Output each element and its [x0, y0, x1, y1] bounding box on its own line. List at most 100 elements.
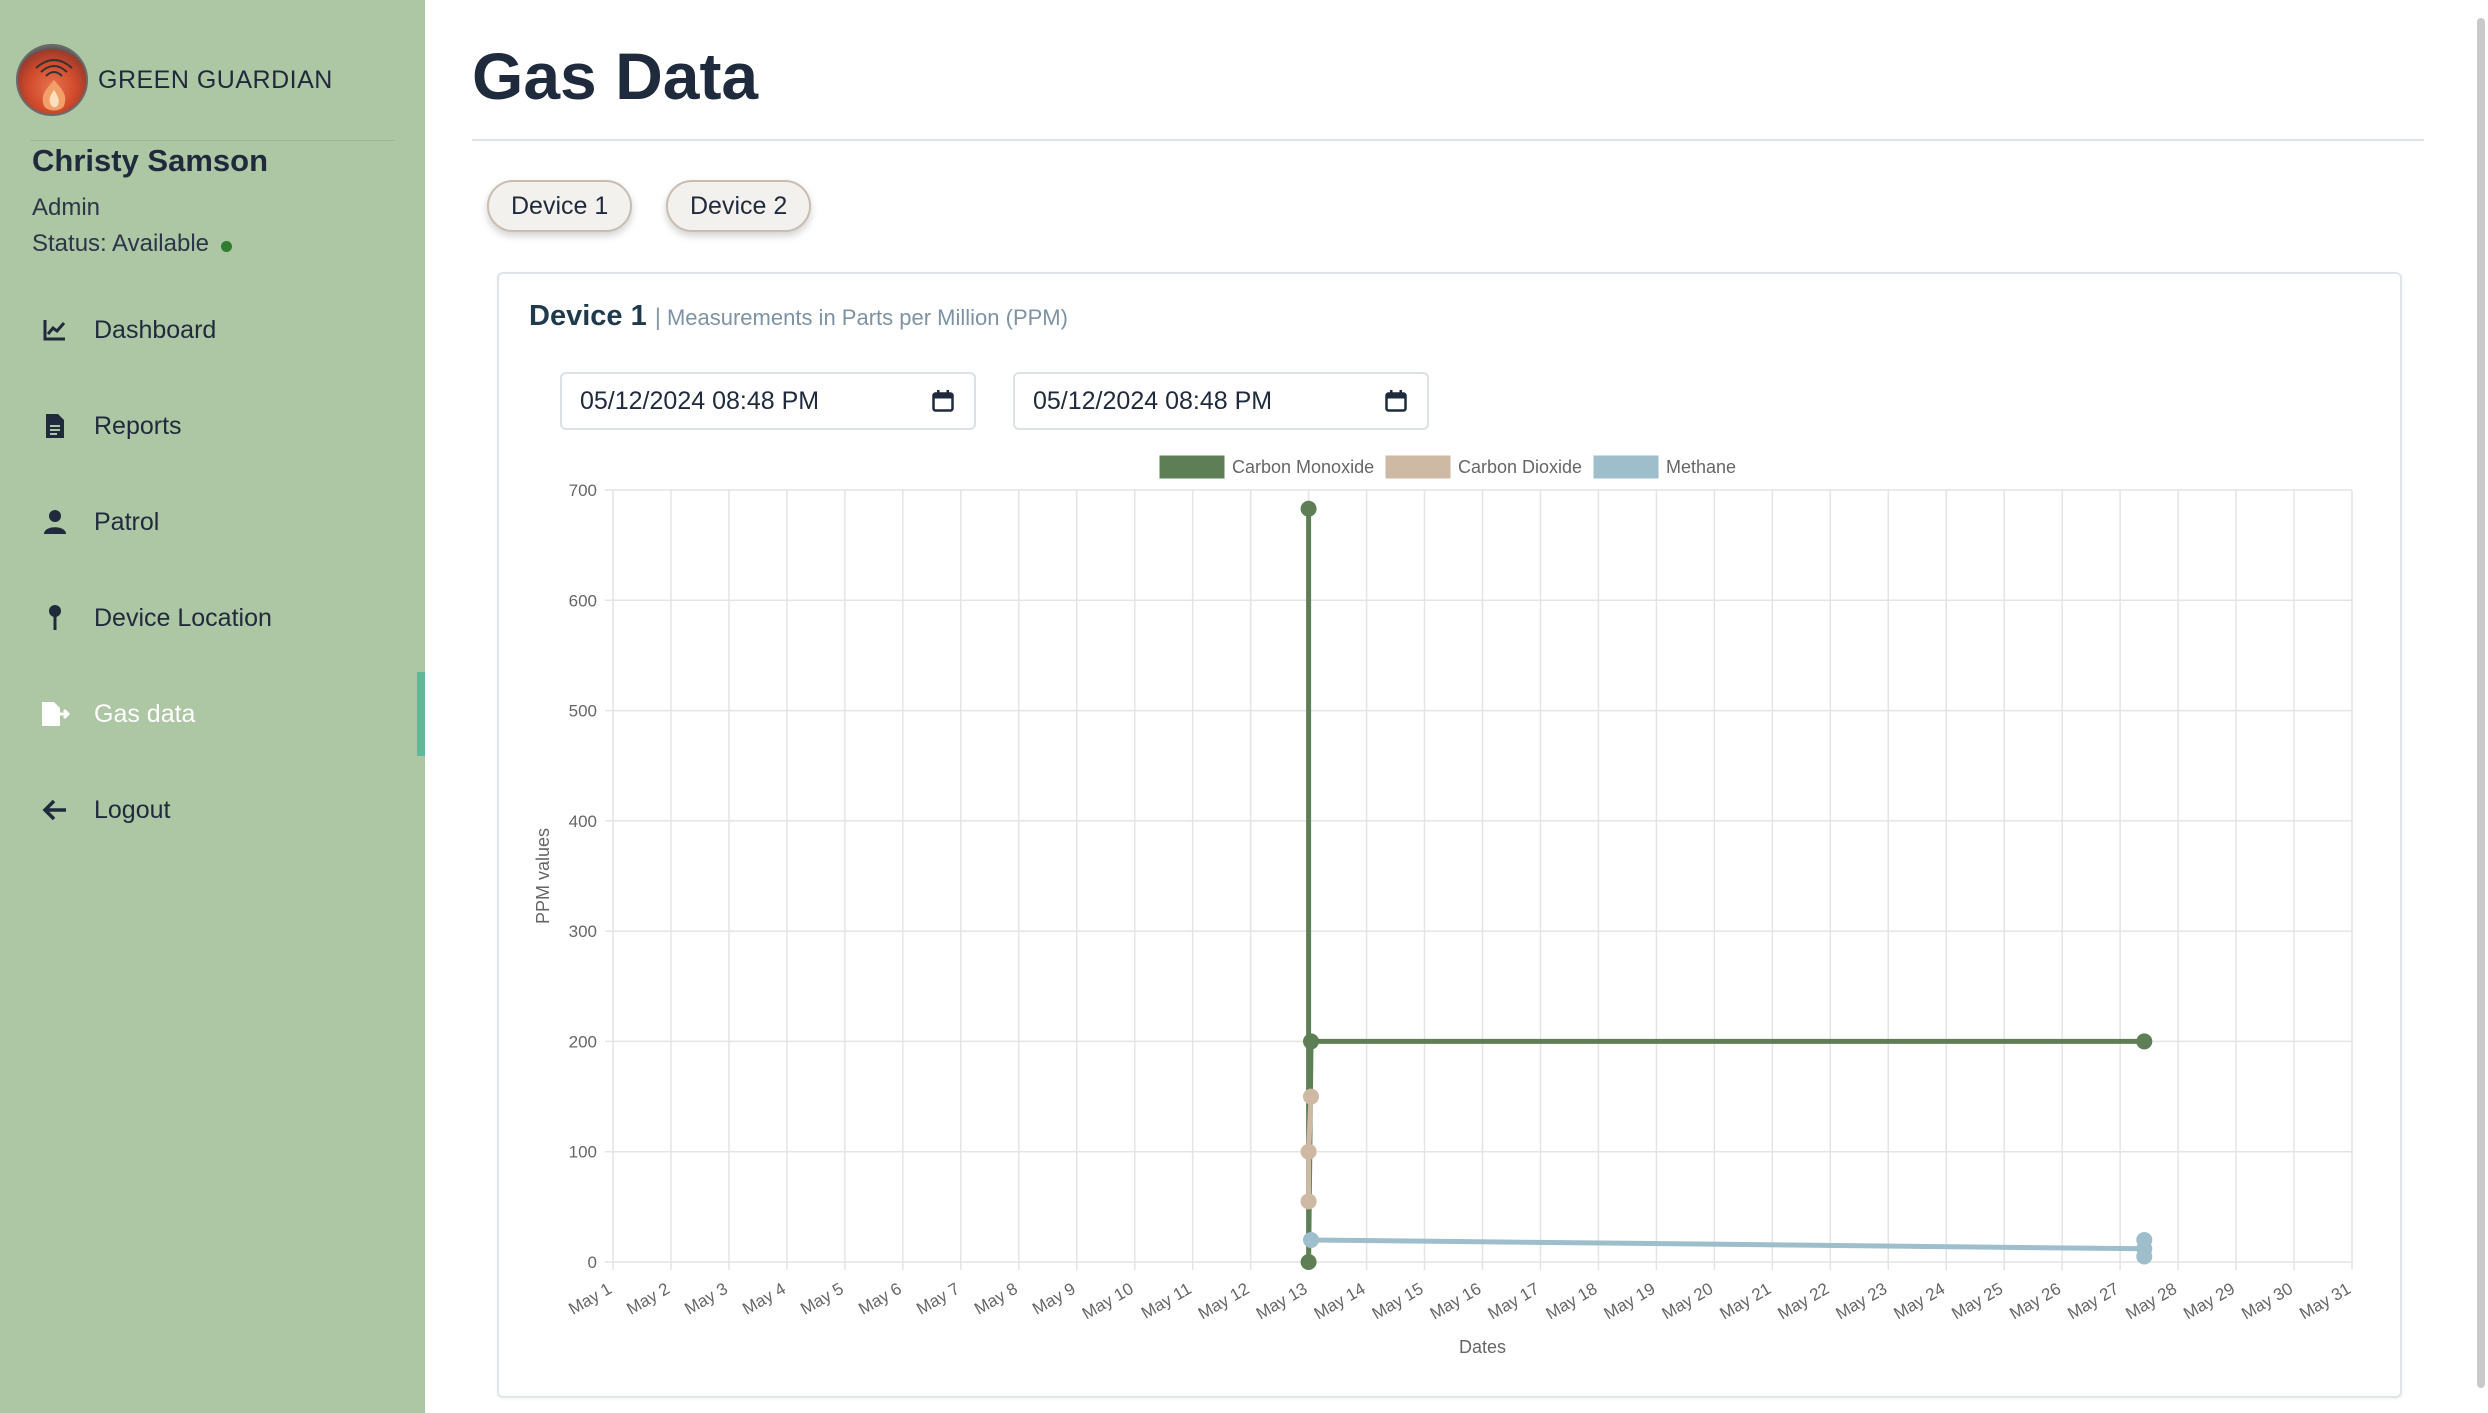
x-tick-label: May 10 — [1079, 1279, 1137, 1323]
y-tick-label: 400 — [569, 812, 597, 831]
x-tick-label: May 24 — [1890, 1279, 1948, 1323]
data-point — [1303, 1231, 1320, 1248]
start-date-value: 05/12/2024 08:48 PM — [580, 386, 820, 415]
sidebar-item-label: Gas data — [94, 699, 196, 728]
x-tick-label: May 4 — [739, 1279, 789, 1319]
y-tick-label: 100 — [569, 1143, 597, 1162]
x-tick-label: May 12 — [1195, 1279, 1253, 1323]
x-tick-label: May 22 — [1775, 1279, 1833, 1323]
end-date-value: 05/12/2024 08:48 PM — [1033, 386, 1273, 415]
x-tick-label: May 31 — [2296, 1279, 2354, 1323]
x-tick-label: May 8 — [971, 1279, 1021, 1319]
data-point — [1300, 500, 1317, 517]
gas-line-chart: 0100200300400500600700May 1 May 2 May 3 May… — [533, 455, 2354, 1357]
x-tick-label: May 3 — [681, 1279, 731, 1319]
series-line — [1310, 1237, 2147, 1257]
data-point — [1300, 1193, 1317, 1210]
title-divider — [472, 139, 2424, 141]
x-tick-label: May 13 — [1253, 1279, 1311, 1323]
end-date-input[interactable]: 05/12/2024 08:48 PM — [1013, 372, 1429, 430]
x-tick-label: May 14 — [1311, 1279, 1369, 1323]
x-tick-label: May 20 — [1659, 1279, 1717, 1323]
legend-swatch — [1385, 455, 1451, 479]
file-export-icon — [38, 697, 72, 731]
logo — [16, 44, 88, 116]
data-point — [1300, 1254, 1317, 1270]
calendar-icon[interactable] — [1383, 388, 1409, 414]
data-point — [1303, 1033, 1320, 1050]
brand[interactable]: GREEN GUARDIAN — [16, 44, 333, 116]
x-tick-label: May 26 — [2006, 1279, 2064, 1323]
legend-label: Carbon Monoxide — [1232, 457, 1374, 477]
series-line — [1306, 508, 2145, 1265]
user-status: Status: Available — [32, 230, 233, 258]
x-tick-label: May 6 — [855, 1279, 905, 1319]
sidebar-item-label: Logout — [94, 795, 171, 824]
y-tick-label: 0 — [588, 1253, 597, 1272]
x-tick-label: May 29 — [2180, 1279, 2238, 1323]
scrollbar[interactable] — [2472, 0, 2488, 1413]
x-tick-label: May 11 — [1138, 1279, 1195, 1323]
sidebar-item-device-location[interactable]: Device Location — [0, 578, 425, 658]
x-tick-label: May 19 — [1601, 1279, 1659, 1323]
x-tick-label: May 2 — [623, 1279, 673, 1319]
data-point — [1303, 1088, 1320, 1105]
x-tick-label: May 30 — [2238, 1279, 2296, 1323]
calendar-icon[interactable] — [930, 388, 956, 414]
y-tick-label: 300 — [569, 922, 597, 941]
chart-line-icon — [38, 313, 72, 347]
user-role: Admin — [32, 194, 101, 221]
legend-label: Carbon Dioxide — [1458, 457, 1582, 477]
scroll-thumb[interactable] — [2477, 18, 2485, 1388]
x-tick-label: May 18 — [1543, 1279, 1601, 1323]
card-separator: | — [654, 304, 661, 331]
sidebar-item-label: Device Location — [94, 603, 272, 632]
sidebar-item-label: Patrol — [94, 507, 160, 536]
data-point — [1300, 1143, 1317, 1160]
x-tick-label: May 9 — [1029, 1279, 1079, 1319]
card-title: Device 1 — [529, 300, 647, 332]
data-point — [2136, 1248, 2153, 1265]
sidebar-item-label: Reports — [94, 411, 182, 440]
legend-swatch — [1159, 455, 1225, 479]
data-point — [2136, 1231, 2153, 1248]
y-tick-label: 500 — [569, 702, 597, 721]
y-axis-title: PPM values — [533, 828, 553, 924]
document-icon — [38, 409, 72, 443]
user-name: Christy Samson — [32, 143, 269, 178]
status-indicator — [221, 240, 233, 252]
y-tick-label: 700 — [569, 481, 597, 500]
device-2-button[interactable]: Device 2 — [666, 180, 812, 232]
user-status-text: Status: Available — [32, 230, 210, 257]
arrow-left-icon — [38, 793, 72, 827]
person-icon — [38, 505, 72, 539]
x-tick-label: May 21 — [1717, 1279, 1775, 1323]
start-date-input[interactable]: 05/12/2024 08:48 PM — [560, 372, 976, 430]
device-1-button[interactable]: Device 1 — [487, 180, 633, 232]
x-tick-label: May 28 — [2122, 1279, 2180, 1323]
page-title: Gas Data — [472, 39, 759, 113]
sidebar-item-gas-data[interactable]: Gas data — [0, 674, 425, 754]
sidebar-item-dashboard[interactable]: Dashboard — [0, 290, 425, 370]
x-tick-label: May 25 — [1948, 1279, 2006, 1323]
x-tick-label: May 15 — [1369, 1279, 1427, 1323]
y-tick-label: 600 — [569, 591, 597, 610]
brand-divider — [30, 140, 395, 141]
x-tick-label: May 1 — [565, 1279, 615, 1319]
x-tick-label: May 17 — [1485, 1279, 1543, 1323]
x-tick-label: May 7 — [913, 1279, 963, 1319]
sidebar-item-patrol[interactable]: Patrol — [0, 482, 425, 562]
map-pin-icon — [38, 601, 72, 635]
card-header: Device 1 | Measurements in Parts per Mil… — [529, 300, 1068, 333]
x-tick-label: May 27 — [2064, 1279, 2122, 1323]
data-point — [2136, 1033, 2153, 1050]
sidebar-item-reports[interactable]: Reports — [0, 386, 425, 466]
legend-label: Methane — [1666, 457, 1736, 477]
x-tick-label: May 23 — [1832, 1279, 1890, 1323]
sidebar-item-label: Dashboard — [94, 315, 217, 344]
y-tick-label: 200 — [569, 1032, 597, 1051]
sidebar-item-logout[interactable]: Logout — [0, 770, 425, 850]
x-tick-label: May 5 — [797, 1279, 847, 1319]
brand-name: GREEN GUARDIAN — [98, 65, 333, 94]
active-indicator — [417, 672, 425, 756]
